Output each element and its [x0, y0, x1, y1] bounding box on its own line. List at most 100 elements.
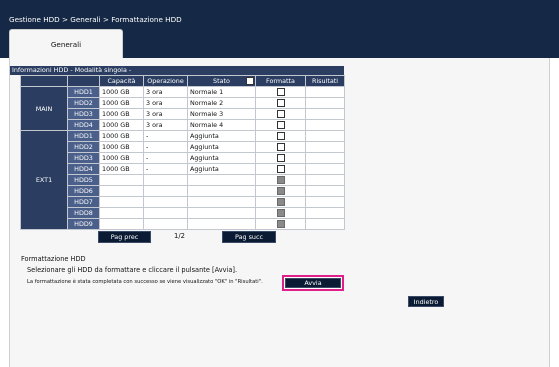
format-cell [255, 174, 306, 186]
format-cell [255, 86, 306, 98]
tab-generali[interactable]: Generali [9, 29, 123, 58]
format-cell [255, 141, 306, 153]
tab-label: Generali [50, 39, 82, 49]
section-title: Informazioni HDD - Modalità singola - [10, 66, 344, 75]
format-cell [255, 119, 306, 131]
format-cell [255, 218, 306, 230]
format-cell [255, 207, 306, 219]
table-row: HDD4 1000 GB - Aggiunta [21, 163, 345, 175]
operation-cell [143, 185, 188, 197]
format-checkbox [276, 198, 285, 206]
format-checkbox[interactable] [276, 143, 285, 151]
header-format: Formatta [255, 75, 306, 87]
hdd-table-body: MAIN HDD1 1000 GB 3 ora Normale 1 HDD2 1000 GB… [20, 86, 345, 230]
format-checkbox[interactable] [276, 88, 285, 96]
hdd-name: HDD1 [67, 86, 100, 98]
capacity-cell [99, 218, 144, 230]
header-hdd-blank [67, 75, 100, 87]
format-cell [255, 163, 306, 175]
table-row: HDD2 1000 GB 3 ora Normale 2 [21, 97, 345, 109]
select-all-checkbox[interactable] [246, 77, 254, 85]
result-cell [305, 163, 345, 175]
state-cell [187, 218, 256, 230]
capacity-cell [99, 207, 144, 219]
state-cell: Aggiunta [187, 141, 256, 153]
format-checkbox[interactable] [276, 165, 285, 173]
format-checkbox [276, 176, 285, 184]
operation-cell [143, 218, 188, 230]
hdd-name: HDD6 [67, 185, 100, 197]
hdd-name: HDD7 [67, 196, 100, 208]
result-cell [305, 130, 345, 142]
operation-cell: - [143, 163, 188, 175]
result-cell [305, 119, 345, 131]
state-cell [187, 185, 256, 197]
operation-cell: - [143, 141, 188, 153]
format-cell [255, 196, 306, 208]
capacity-cell: 1000 GB [99, 108, 144, 120]
result-cell [305, 86, 345, 98]
header-operation: Operazione [143, 75, 188, 87]
format-checkbox [276, 209, 285, 217]
result-cell [305, 152, 345, 164]
result-cell [305, 207, 345, 219]
table-row: HDD3 1000 GB 3 ora Normale 3 [21, 108, 345, 120]
table-row: HDD5 [21, 174, 345, 186]
format-checkbox[interactable] [276, 121, 285, 129]
result-cell [305, 108, 345, 120]
header-state: Stato [187, 75, 256, 87]
result-cell [305, 174, 345, 186]
result-cell [305, 97, 345, 109]
format-checkbox [276, 187, 285, 195]
format-checkbox[interactable] [276, 110, 285, 118]
hdd-name: HDD8 [67, 207, 100, 219]
format-checkbox[interactable] [276, 132, 285, 140]
format-cell [255, 152, 306, 164]
state-cell [187, 174, 256, 186]
hdd-name: HDD4 [67, 163, 100, 175]
table-row: HDD7 [21, 196, 345, 208]
group-label: MAIN [20, 86, 68, 131]
operation-cell [143, 174, 188, 186]
group-label: EXT1 [20, 130, 68, 230]
capacity-cell [99, 174, 144, 186]
table-row: HDD2 1000 GB - Aggiunta [21, 141, 345, 153]
state-cell [187, 196, 256, 208]
state-cell [187, 207, 256, 219]
table-row: HDD6 [21, 185, 345, 197]
operation-cell: - [143, 152, 188, 164]
capacity-cell: 1000 GB [99, 86, 144, 98]
operation-cell: 3 ora [143, 108, 188, 120]
state-cell: Aggiunta [187, 130, 256, 142]
state-cell: Normale 2 [187, 97, 256, 109]
capacity-cell: 1000 GB [99, 97, 144, 109]
result-cell [305, 141, 345, 153]
formatting-title: Formattazione HDD [21, 255, 86, 263]
header-capacity: Capacità [99, 75, 144, 87]
next-page-button[interactable]: Pag succ [222, 231, 276, 243]
operation-cell [143, 196, 188, 208]
hdd-name: HDD9 [67, 218, 100, 230]
state-cell: Normale 3 [187, 108, 256, 120]
state-cell: Normale 1 [187, 86, 256, 98]
hdd-name: HDD2 [67, 141, 100, 153]
header-state-label: Stato [213, 77, 230, 85]
table-row: HDD3 1000 GB - Aggiunta [21, 152, 345, 164]
format-checkbox[interactable] [276, 99, 285, 107]
hdd-name: HDD4 [67, 119, 100, 131]
format-cell [255, 108, 306, 120]
result-cell [305, 218, 345, 230]
table-row: HDD8 [21, 207, 345, 219]
header-blank [20, 75, 68, 87]
hdd-name: HDD2 [67, 97, 100, 109]
start-button[interactable]: Avvia [285, 278, 341, 288]
capacity-cell [99, 185, 144, 197]
format-cell [255, 97, 306, 109]
prev-page-button[interactable]: Pag prec [98, 231, 151, 243]
capacity-cell: 1000 GB [99, 141, 144, 153]
back-button[interactable]: Indietro [408, 296, 444, 307]
format-checkbox[interactable] [276, 154, 285, 162]
operation-cell: 3 ora [143, 97, 188, 109]
breadcrumb: Gestione HDD > Generali > Formattazione … [9, 15, 182, 24]
result-cell [305, 196, 345, 208]
